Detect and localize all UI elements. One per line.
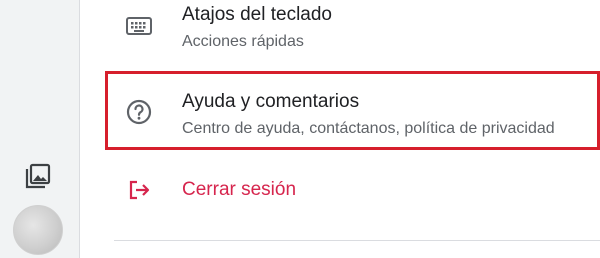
menu-item-subtitle: Centro de ayuda, contáctanos, política d…	[182, 120, 555, 137]
left-rail	[0, 0, 80, 258]
menu-item-help-feedback[interactable]: Ayuda y comentarios Centro de ayuda, con…	[105, 71, 600, 150]
keyboard-icon	[123, 10, 155, 42]
menu-item-subtitle: Acciones rápidas	[182, 33, 304, 50]
divider	[114, 240, 600, 241]
menu-item-keyboard-shortcuts[interactable]: Atajos del teclado Acciones rápidas	[80, 0, 600, 66]
avatar[interactable]	[13, 205, 63, 255]
menu-item-title: Cerrar sesión	[182, 179, 297, 200]
menu-item-sign-out[interactable]: Cerrar sesión	[80, 168, 600, 216]
logout-icon	[123, 174, 155, 206]
help-icon	[123, 96, 155, 128]
account-menu: Atajos del teclado Acciones rápidas Ayud…	[80, 0, 600, 258]
photo-library-icon[interactable]	[22, 160, 54, 192]
menu-item-title: Ayuda y comentarios	[182, 91, 360, 112]
menu-item-title: Atajos del teclado	[182, 4, 332, 25]
